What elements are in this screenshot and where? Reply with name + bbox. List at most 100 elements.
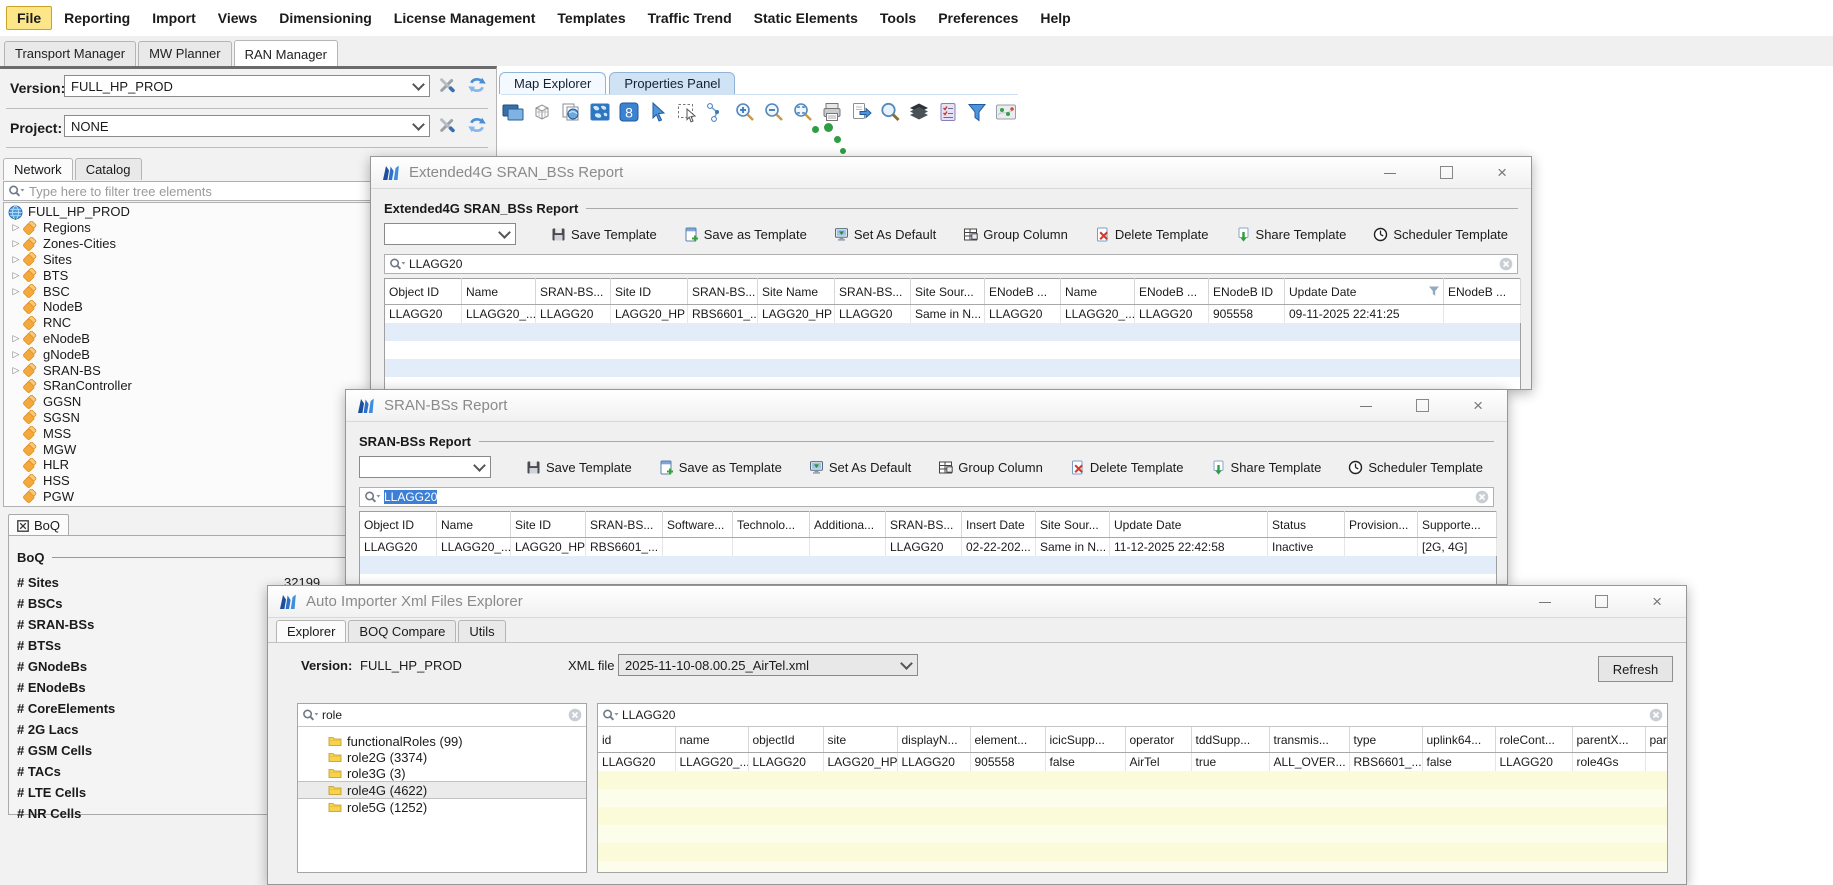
expand-arrow-icon[interactable]: ▷ bbox=[9, 254, 23, 265]
column-header-name[interactable]: Name bbox=[1061, 279, 1135, 305]
expand-arrow-icon[interactable]: ▷ bbox=[9, 238, 23, 249]
app-tab-transport-manager[interactable]: Transport Manager bbox=[4, 41, 136, 66]
window-titlebar[interactable]: SRAN-BSs Report × bbox=[346, 390, 1507, 422]
window-titlebar[interactable]: Auto Importer Xml Files Explorer × bbox=[268, 586, 1686, 618]
save-template-button[interactable]: Save Template bbox=[526, 460, 632, 475]
world-map-icon[interactable] bbox=[588, 100, 612, 124]
print-icon[interactable] bbox=[820, 100, 844, 124]
column-header-element[interactable]: element... bbox=[970, 727, 1045, 753]
column-header-parentx[interactable]: parentX... bbox=[1572, 727, 1645, 753]
folder-item-role2g-3374[interactable]: role2G (3374) bbox=[298, 749, 586, 765]
menu-item-tools[interactable]: Tools bbox=[870, 7, 926, 29]
column-header-update-date[interactable]: Update Date bbox=[1110, 512, 1268, 538]
google-8-icon[interactable]: 8 bbox=[617, 100, 641, 124]
copy-map-icon[interactable] bbox=[559, 100, 583, 124]
column-header-displayn[interactable]: displayN... bbox=[897, 727, 970, 753]
menu-item-license-management[interactable]: License Management bbox=[384, 7, 546, 29]
column-header-enodeb[interactable]: ENodeB ... bbox=[985, 279, 1061, 305]
menu-item-reporting[interactable]: Reporting bbox=[54, 7, 140, 29]
maximize-button[interactable] bbox=[1595, 595, 1608, 608]
importer-tab-boq-compare[interactable]: BOQ Compare bbox=[348, 620, 456, 642]
share-template-button[interactable]: Share Template bbox=[1211, 460, 1322, 475]
folder-item-role5g-1252[interactable]: role5G (1252) bbox=[298, 799, 586, 815]
save-as-template-button[interactable]: Save as Template bbox=[684, 227, 807, 242]
menu-item-templates[interactable]: Templates bbox=[547, 7, 635, 29]
column-header-id[interactable]: id bbox=[598, 727, 675, 753]
menu-item-preferences[interactable]: Preferences bbox=[928, 7, 1028, 29]
save-as-template-button[interactable]: Save as Template bbox=[659, 460, 782, 475]
project-select[interactable]: NONE bbox=[64, 115, 430, 137]
column-header-technolo[interactable]: Technolo... bbox=[733, 512, 810, 538]
version-refresh-icon[interactable] bbox=[468, 76, 486, 94]
version-tools-icon[interactable] bbox=[438, 76, 456, 94]
boq-close-icon[interactable] bbox=[17, 520, 29, 532]
polyline-icon[interactable] bbox=[704, 100, 728, 124]
column-filter-icon[interactable] bbox=[1428, 285, 1440, 297]
column-header-sran-bs[interactable]: SRAN-BS... bbox=[886, 512, 962, 538]
importer-tab-utils[interactable]: Utils bbox=[458, 620, 505, 642]
table-row[interactable]: LLAGG20LLAGG20_...LLAGG20LAGG20_HPRBS660… bbox=[385, 305, 1521, 324]
cursor-icon[interactable] bbox=[646, 100, 670, 124]
column-header-object-id[interactable]: Object ID bbox=[385, 279, 462, 305]
column-header-transmis[interactable]: transmis... bbox=[1269, 727, 1349, 753]
minimize-button[interactable] bbox=[1360, 405, 1372, 407]
clear-search-icon[interactable] bbox=[568, 708, 582, 722]
folder-item-role4g-4622[interactable]: role4G (4622) bbox=[298, 781, 586, 799]
column-header-objectid[interactable]: objectId bbox=[748, 727, 823, 753]
menu-item-traffic-trend[interactable]: Traffic Trend bbox=[638, 7, 742, 29]
map-markers-icon[interactable] bbox=[994, 100, 1018, 124]
cube-3d-icon[interactable] bbox=[530, 100, 554, 124]
column-header-site[interactable]: site bbox=[823, 727, 897, 753]
save-template-button[interactable]: Save Template bbox=[551, 227, 657, 242]
screens-icon[interactable] bbox=[501, 100, 525, 124]
expand-arrow-icon[interactable]: ▷ bbox=[9, 365, 23, 376]
column-header-name[interactable]: Name bbox=[462, 279, 536, 305]
group-column-button[interactable]: Group Column bbox=[938, 460, 1043, 475]
set-as-default-button[interactable]: Set As Default bbox=[809, 460, 911, 475]
scheduler-template-button[interactable]: Scheduler Template bbox=[1373, 227, 1508, 242]
column-header-insert-date[interactable]: Insert Date bbox=[962, 512, 1036, 538]
roles-search-box[interactable]: role bbox=[298, 704, 586, 727]
delete-template-button[interactable]: Delete Template bbox=[1095, 227, 1209, 242]
column-header-sran-bs[interactable]: SRAN-BS... bbox=[586, 512, 663, 538]
column-header-icicsupp[interactable]: icicSupp... bbox=[1045, 727, 1125, 753]
clear-search-icon[interactable] bbox=[1649, 708, 1663, 722]
zoom-in-icon[interactable] bbox=[733, 100, 757, 124]
column-header-rolecont[interactable]: roleCont... bbox=[1495, 727, 1572, 753]
table-row[interactable]: LLAGG20LLAGG20_...LLAGG20LAGG20_HPLLAGG2… bbox=[598, 753, 1667, 772]
app-tab-ran-manager[interactable]: RAN Manager bbox=[234, 40, 338, 67]
maximize-button[interactable] bbox=[1416, 399, 1429, 412]
version-select[interactable]: FULL_HP_PROD bbox=[64, 75, 430, 97]
column-header-provision[interactable]: Provision... bbox=[1345, 512, 1418, 538]
column-header-object-id[interactable]: Object ID bbox=[360, 512, 437, 538]
expand-arrow-icon[interactable]: ▷ bbox=[9, 222, 23, 233]
tree-tab-network[interactable]: Network bbox=[3, 158, 73, 180]
maximize-button[interactable] bbox=[1440, 166, 1453, 179]
share-template-button[interactable]: Share Template bbox=[1236, 227, 1347, 242]
column-header-software[interactable]: Software... bbox=[663, 512, 733, 538]
column-header-status[interactable]: Status bbox=[1268, 512, 1345, 538]
expand-arrow-icon[interactable]: ▷ bbox=[9, 349, 23, 360]
template-select[interactable] bbox=[384, 223, 516, 245]
column-header-supporte[interactable]: Supporte... bbox=[1418, 512, 1497, 538]
column-header-uplink64[interactable]: uplink64... bbox=[1422, 727, 1495, 753]
column-header-update-date[interactable]: Update Date bbox=[1285, 279, 1444, 305]
column-header-sran-bs[interactable]: SRAN-BS... bbox=[536, 279, 611, 305]
column-header-type[interactable]: type bbox=[1349, 727, 1422, 753]
zoom-extent-icon[interactable] bbox=[791, 100, 815, 124]
column-header-enodeb-id[interactable]: ENodeB ID bbox=[1209, 279, 1285, 305]
project-tools-icon[interactable] bbox=[438, 116, 456, 134]
window-titlebar[interactable]: Extended4G SRAN_BSs Report × bbox=[371, 157, 1531, 189]
export-page-icon[interactable] bbox=[849, 100, 873, 124]
column-header-name[interactable]: name bbox=[675, 727, 748, 753]
minimize-button[interactable] bbox=[1539, 601, 1551, 603]
menu-item-import[interactable]: Import bbox=[142, 7, 206, 29]
column-header-tddsupp[interactable]: tddSupp... bbox=[1191, 727, 1269, 753]
column-header-sran-bs[interactable]: SRAN-BS... bbox=[688, 279, 758, 305]
report-search-box[interactable]: LLAGG20 bbox=[359, 487, 1494, 507]
tree-tab-catalog[interactable]: Catalog bbox=[75, 158, 142, 180]
close-button[interactable]: × bbox=[1497, 167, 1507, 178]
expand-arrow-icon[interactable]: ▷ bbox=[9, 286, 23, 297]
boq-tab[interactable]: BoQ bbox=[8, 514, 69, 536]
project-refresh-icon[interactable] bbox=[468, 116, 486, 134]
